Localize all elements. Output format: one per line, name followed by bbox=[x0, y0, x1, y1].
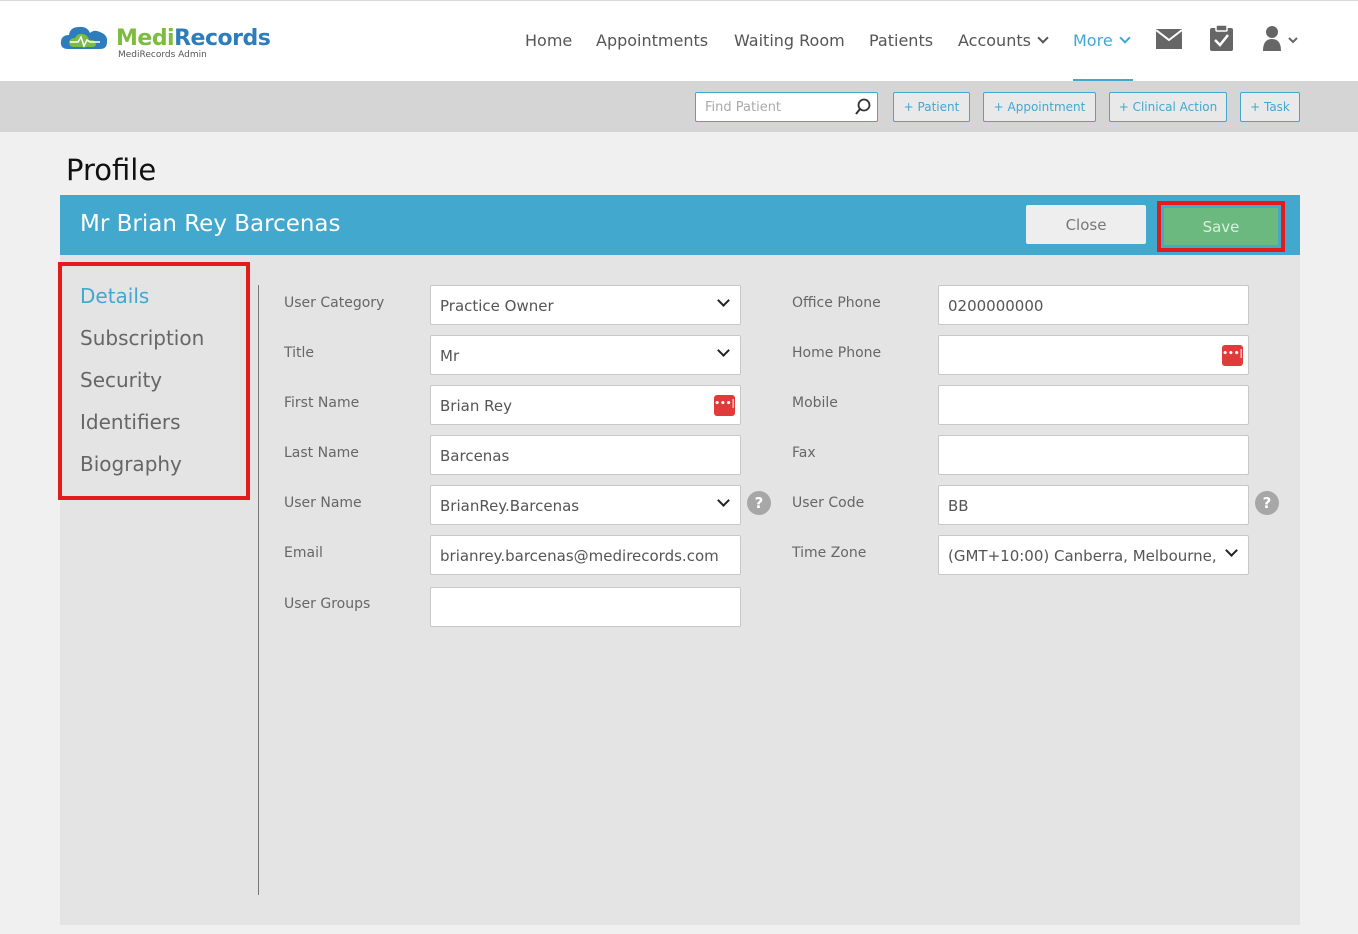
last-name-value: Barcenas bbox=[440, 447, 510, 465]
clipboard-check-icon[interactable] bbox=[1210, 25, 1233, 51]
mail-icon[interactable] bbox=[1156, 29, 1182, 49]
user-name-help-icon[interactable]: ? bbox=[747, 491, 771, 515]
sidebar-item-identifiers[interactable]: Identifiers bbox=[80, 410, 181, 434]
user-name-label: User Name bbox=[284, 495, 362, 511]
first-name-label: First Name bbox=[284, 395, 360, 411]
user-code-value: BB bbox=[948, 497, 969, 515]
find-patient-input[interactable] bbox=[696, 93, 846, 121]
search-icon[interactable] bbox=[854, 98, 872, 116]
add-appointment-button[interactable]: + Appointment bbox=[983, 92, 1096, 122]
sidebar-item-subscription[interactable]: Subscription bbox=[80, 326, 204, 350]
title-select[interactable]: Mr bbox=[430, 335, 741, 375]
cloud-logo-icon bbox=[60, 26, 108, 49]
office-phone-field[interactable]: 0200000000 bbox=[938, 285, 1249, 325]
nav-home[interactable]: Home bbox=[525, 31, 572, 50]
user-category-value: Practice Owner bbox=[440, 297, 554, 315]
email-label: Email bbox=[284, 545, 323, 561]
find-patient-box bbox=[695, 92, 878, 122]
office-phone-value: 0200000000 bbox=[948, 297, 1044, 315]
sidebar-item-details[interactable]: Details bbox=[80, 284, 149, 308]
office-phone-label: Office Phone bbox=[792, 295, 881, 311]
title-value: Mr bbox=[440, 347, 460, 365]
logo-wordmark: MediRecords bbox=[116, 26, 271, 51]
last-name-field[interactable]: Barcenas bbox=[430, 435, 741, 475]
profile-panel: Details Subscription Security Identifier… bbox=[58, 255, 1300, 925]
fax-field[interactable] bbox=[938, 435, 1249, 475]
user-code-label: User Code bbox=[792, 495, 865, 511]
first-name-field[interactable]: Brian Rey •••| bbox=[430, 385, 741, 425]
email-field[interactable]: brianrey.barcenas@medirecords.com bbox=[430, 535, 741, 575]
fax-label: Fax bbox=[792, 445, 816, 461]
password-manager-icon[interactable]: •••| bbox=[714, 395, 735, 416]
mobile-label: Mobile bbox=[792, 395, 838, 411]
logo-subtitle: MediRecords Admin bbox=[118, 50, 207, 60]
chevron-down-icon bbox=[1037, 32, 1049, 44]
nav-more-label: More bbox=[1073, 31, 1113, 50]
nav-accounts[interactable]: Accounts bbox=[958, 31, 1049, 50]
nav-appointments[interactable]: Appointments bbox=[596, 31, 708, 50]
close-button[interactable]: Close bbox=[1026, 205, 1146, 244]
user-icon[interactable] bbox=[1263, 25, 1301, 51]
sidebar-divider bbox=[258, 285, 259, 895]
profile-header: Mr Brian Rey Barcenas Close Save bbox=[60, 195, 1300, 255]
nav-accounts-label: Accounts bbox=[958, 31, 1031, 50]
page-title: Profile bbox=[66, 153, 157, 187]
user-category-label: User Category bbox=[284, 295, 385, 311]
user-groups-field[interactable] bbox=[430, 587, 741, 627]
user-code-field[interactable]: BB bbox=[938, 485, 1249, 525]
chevron-down-icon bbox=[717, 344, 730, 357]
time-zone-value: (GMT+10:00) Canberra, Melbourne, bbox=[948, 547, 1217, 565]
title-label: Title bbox=[284, 345, 315, 361]
nav-more[interactable]: More bbox=[1073, 31, 1131, 50]
profile-name: Mr Brian Rey Barcenas bbox=[80, 211, 341, 237]
user-category-select[interactable]: Practice Owner bbox=[430, 285, 741, 325]
sidebar-item-security[interactable]: Security bbox=[80, 368, 162, 392]
add-task-button[interactable]: + Task bbox=[1240, 92, 1300, 122]
add-patient-button[interactable]: + Patient bbox=[893, 92, 970, 122]
save-button[interactable]: Save bbox=[1164, 208, 1278, 245]
sidebar-item-biography[interactable]: Biography bbox=[80, 452, 182, 476]
top-navbar: MediRecords MediRecords Admin Home Appoi… bbox=[0, 0, 1358, 82]
user-name-value: BrianRey.Barcenas bbox=[440, 497, 580, 515]
chevron-down-icon bbox=[1225, 544, 1238, 557]
mobile-field[interactable] bbox=[938, 385, 1249, 425]
chevron-down-icon bbox=[1119, 32, 1131, 44]
nav-waiting-room[interactable]: Waiting Room bbox=[734, 31, 845, 50]
time-zone-label: Time Zone bbox=[792, 545, 867, 561]
chevron-down-icon bbox=[717, 294, 730, 307]
add-clinical-action-button[interactable]: + Clinical Action bbox=[1109, 92, 1227, 122]
chevron-down-icon bbox=[717, 494, 730, 507]
home-phone-field[interactable]: •••| bbox=[938, 335, 1249, 375]
first-name-value: Brian Rey bbox=[440, 397, 512, 415]
nav-patients[interactable]: Patients bbox=[869, 31, 933, 50]
save-highlight-box: Save bbox=[1157, 201, 1285, 252]
user-groups-label: User Groups bbox=[284, 596, 371, 612]
home-phone-label: Home Phone bbox=[792, 345, 882, 361]
last-name-label: Last Name bbox=[284, 445, 359, 461]
password-manager-icon[interactable]: •••| bbox=[1222, 345, 1243, 366]
email-value: brianrey.barcenas@medirecords.com bbox=[440, 547, 719, 565]
user-code-help-icon[interactable]: ? bbox=[1255, 491, 1279, 515]
time-zone-select[interactable]: (GMT+10:00) Canberra, Melbourne, bbox=[938, 535, 1249, 575]
action-bar: + Patient + Appointment + Clinical Actio… bbox=[0, 81, 1358, 132]
user-name-select[interactable]: BrianRey.Barcenas bbox=[430, 485, 741, 525]
